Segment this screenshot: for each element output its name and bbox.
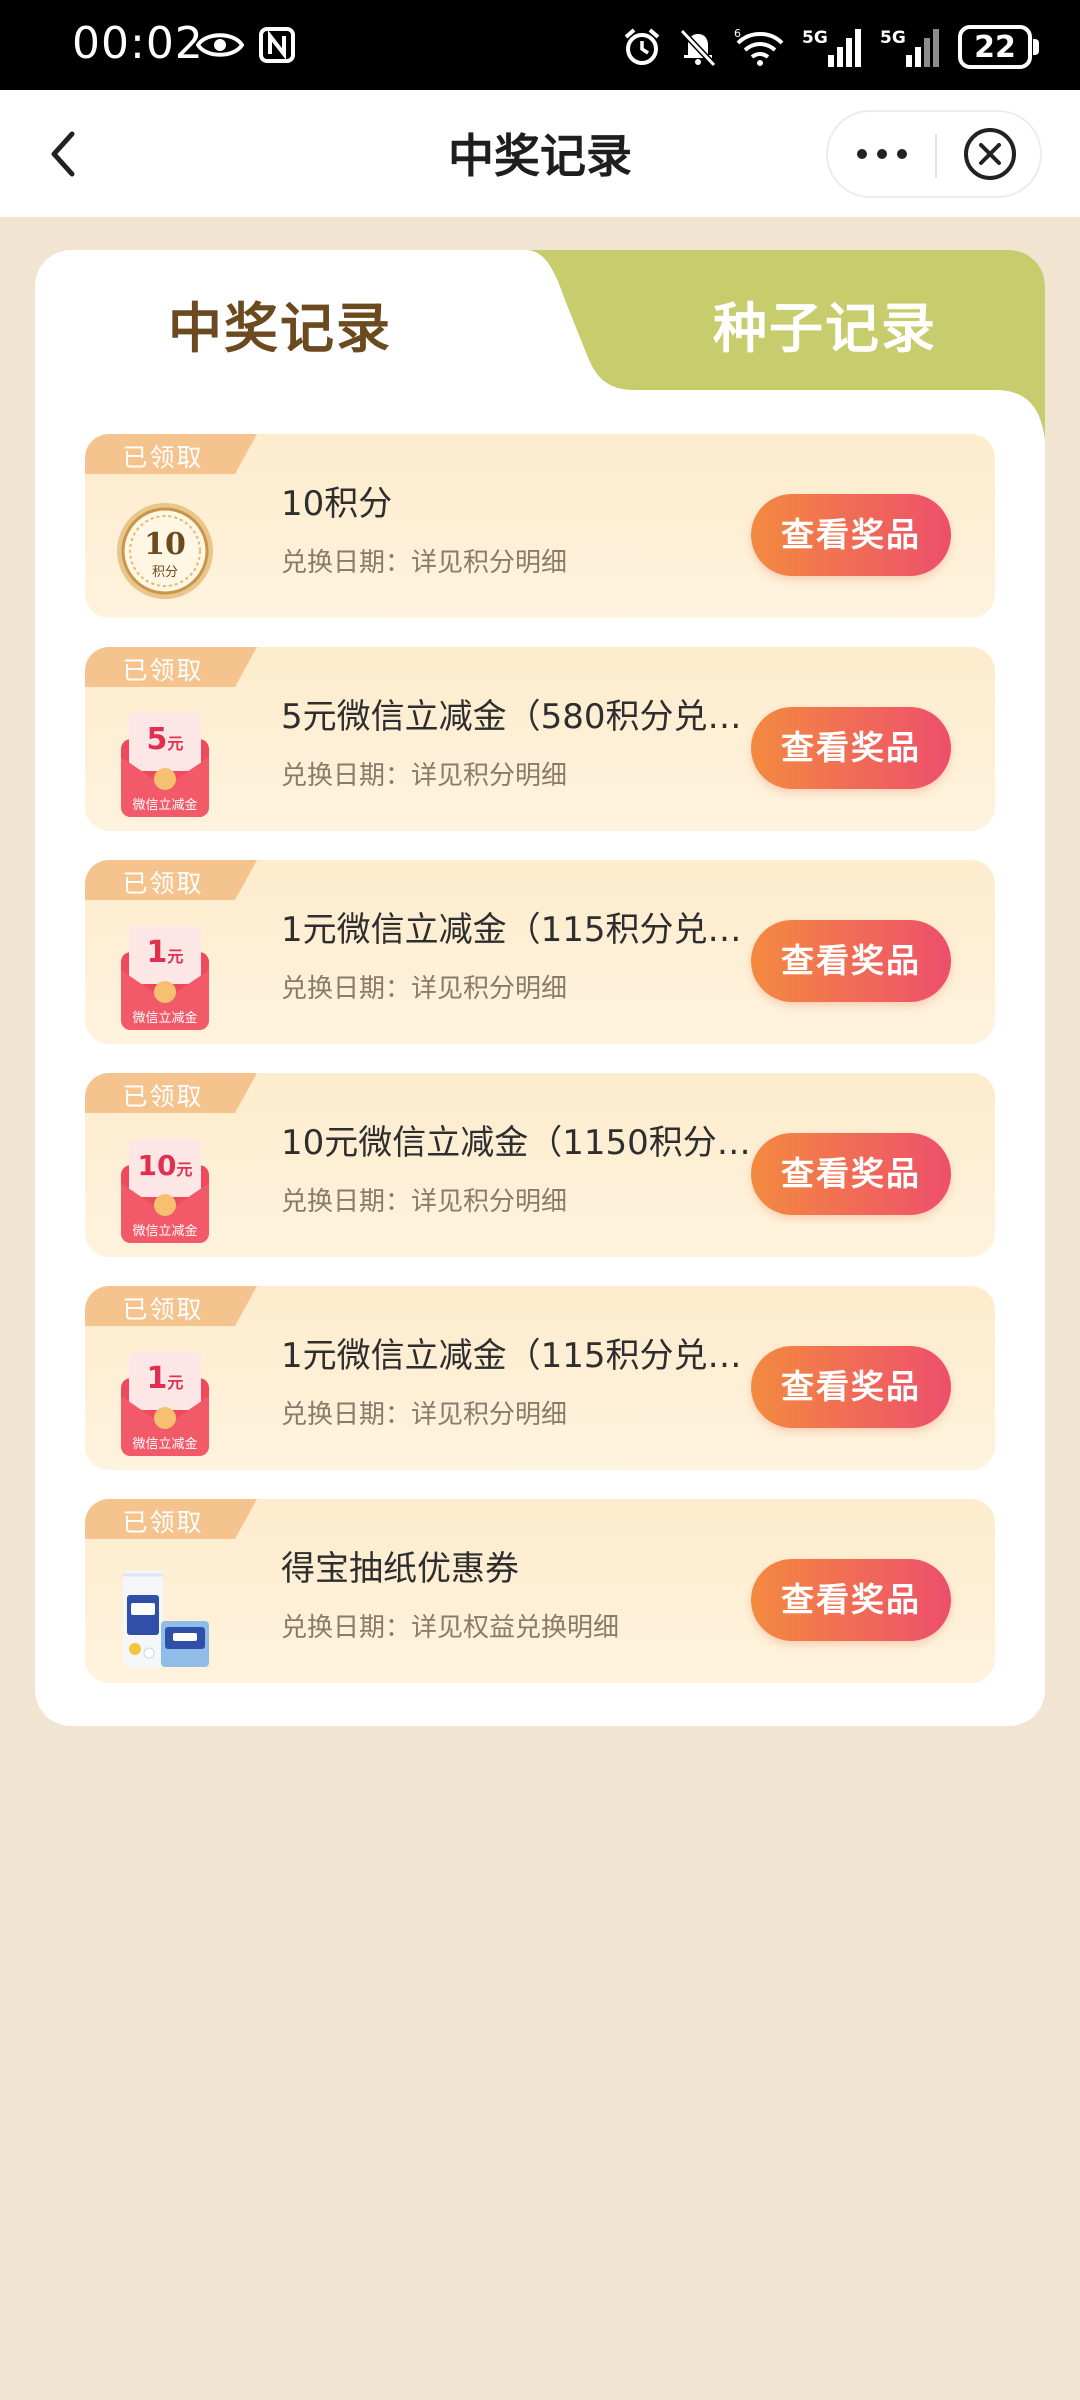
svg-text:微信立减金: 微信立减金 [132, 1436, 197, 1452]
tissue-pack-icon [123, 1571, 209, 1667]
tab-seed-records[interactable]: 种子记录 [575, 284, 1045, 363]
list-item: 已领取 得宝抽纸优惠券 兑换日期：详见权益兑换明细 查看奖品 [85, 1499, 995, 1683]
prize-title: 10元微信立减金（1150积分兑换） [281, 1123, 771, 1163]
nav-bar: 中奖记录 [0, 90, 1080, 217]
close-icon[interactable] [962, 126, 1018, 182]
status-bar: 00:02 6 5G 5G 22 [0, 0, 1080, 90]
view-prize-button[interactable]: 查看奖品 [751, 1559, 951, 1641]
status-badge: 已领取 [85, 1286, 257, 1326]
list-item: 已领取 1元 微信立减金 1元微信立减金（115积分兑换） 兑换日期：详见积分明… [85, 860, 995, 1044]
exchange-date: 兑换日期：详见积分明细 [281, 974, 568, 1004]
more-options-icon[interactable] [854, 140, 910, 168]
net-label-1: 5G [802, 28, 828, 48]
status-time: 00:02 [72, 18, 204, 69]
list-item: 已领取 5元 微信立减金 5元微信立减金（580积分兑换） 兑换日期：详见积分明… [85, 647, 995, 831]
status-badge: 已领取 [85, 1073, 257, 1113]
exchange-date: 兑换日期：详见积分明细 [281, 1187, 568, 1217]
alarm-icon [624, 28, 660, 65]
mini-program-capsule [826, 110, 1042, 198]
cellular-signal-icon: 5G [802, 28, 861, 67]
status-badge: 已领取 [85, 647, 257, 687]
battery-indicator: 22 [958, 25, 1039, 69]
wechat-red-envelope-icon: 1元 微信立减金 [121, 1352, 209, 1456]
status-badge: 已领取 [85, 434, 257, 474]
tab-prize-records[interactable]: 中奖记录 [35, 284, 525, 363]
view-prize-button[interactable]: 查看奖品 [751, 707, 951, 789]
points-coin-icon: 10 积分 [117, 503, 213, 599]
net-label-2: 5G [880, 28, 906, 48]
prize-title: 得宝抽纸优惠券 [281, 1549, 519, 1589]
svg-text:微信立减金: 微信立减金 [132, 1010, 197, 1026]
view-prize-button[interactable]: 查看奖品 [751, 920, 951, 1002]
cellular-signal-icon: 5G [880, 28, 939, 67]
capsule-divider [935, 134, 937, 178]
prize-title: 1元微信立减金（115积分兑换） [281, 1336, 771, 1376]
exchange-date: 兑换日期：详见积分明细 [281, 548, 568, 578]
eye-icon [196, 33, 244, 57]
list-item: 已领取 1元 微信立减金 1元微信立减金（115积分兑换） 兑换日期：详见积分明… [85, 1286, 995, 1470]
svg-text:10: 10 [144, 527, 186, 562]
battery-level: 22 [974, 29, 1016, 65]
list-item: 已领取 10元 微信立减金 10元微信立减金（1150积分兑换） 兑换日期：详见… [85, 1073, 995, 1257]
view-prize-button[interactable]: 查看奖品 [751, 1133, 951, 1215]
wifi-label: 6 [734, 27, 741, 40]
prize-title: 10积分 [281, 484, 393, 524]
status-badge: 已领取 [85, 860, 257, 900]
exchange-date: 兑换日期：详见积分明细 [281, 1400, 568, 1430]
prize-title: 1元微信立减金（115积分兑换） [281, 910, 771, 950]
wechat-red-envelope-icon: 5元 微信立减金 [121, 713, 209, 817]
records-list: 已领取 10 积分 10积分 兑换日期：详见积分明细 查看奖品 已领取 5元 微… [85, 434, 995, 1712]
records-panel: 中奖记录 种子记录 已领取 10 积分 10积分 兑换日期：详见积分明细 查看奖… [35, 250, 1045, 1726]
prize-title: 5元微信立减金（580积分兑换） [281, 697, 771, 737]
svg-text:积分: 积分 [152, 565, 178, 580]
exchange-date: 兑换日期：详见权益兑换明细 [281, 1613, 620, 1643]
status-right: 6 5G 5G 22 [622, 20, 1039, 74]
wifi-icon: 6 [734, 27, 784, 66]
view-prize-button[interactable]: 查看奖品 [751, 1346, 951, 1428]
status-badge: 已领取 [85, 1499, 257, 1539]
view-prize-button[interactable]: 查看奖品 [751, 494, 951, 576]
wechat-red-envelope-icon: 10元 微信立减金 [121, 1139, 209, 1243]
svg-text:微信立减金: 微信立减金 [132, 1223, 197, 1239]
exchange-date: 兑换日期：详见积分明细 [281, 761, 568, 791]
bell-muted-icon [679, 28, 717, 67]
svg-text:微信立减金: 微信立减金 [132, 797, 197, 813]
nfc-icon [259, 27, 295, 63]
wechat-red-envelope-icon: 1元 微信立减金 [121, 926, 209, 1030]
list-item: 已领取 10 积分 10积分 兑换日期：详见积分明细 查看奖品 [85, 434, 995, 618]
